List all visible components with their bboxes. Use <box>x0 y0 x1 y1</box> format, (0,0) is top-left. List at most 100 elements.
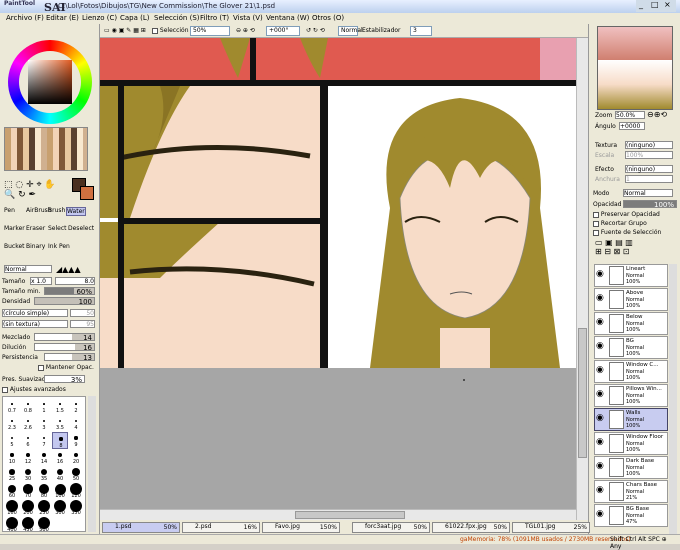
brush-size-cell[interactable]: 500 <box>36 517 52 534</box>
layer-mode-select[interactable]: Normal <box>623 189 673 197</box>
layer-escala[interactable]: 100% <box>625 151 673 159</box>
tool-brush[interactable]: Brush <box>48 207 65 214</box>
brush-size-grid[interactable]: 0.7 0.8 1 1.5 2 2.3 2.6 3 3.5 4 5 6 7 8 9 10 12 14 16 20 25 3… <box>2 396 86 534</box>
layer-item[interactable]: ◉ Pillows Win... Normal 100% <box>594 384 668 407</box>
menu-seleccion[interactable]: Selección (S) <box>154 14 200 22</box>
document-tab[interactable]: Favo.jpg 150% <box>262 522 340 533</box>
brush-size-cell[interactable]: 16 <box>52 449 68 466</box>
brush-size-cell[interactable]: 7 <box>36 432 52 449</box>
brush-size-cell[interactable]: 3.5 <box>52 415 68 432</box>
suavizado-slider[interactable]: 3% <box>44 375 85 384</box>
eye-icon[interactable]: ◉ <box>596 509 608 521</box>
mezclado-slider[interactable]: 14 <box>34 333 95 342</box>
eye-icon[interactable]: ◉ <box>596 485 608 497</box>
eye-icon[interactable]: ◉ <box>596 389 608 401</box>
eye-icon[interactable]: ◉ <box>596 317 608 329</box>
brush-size-cell[interactable]: 0.7 <box>4 398 20 415</box>
layer-item[interactable]: ◉ Lineart Normal 100% <box>594 264 668 287</box>
navigator-preview[interactable] <box>597 26 673 110</box>
brush-size-cell[interactable]: 9 <box>68 432 84 449</box>
brush-size-cell[interactable]: 1 <box>36 398 52 415</box>
tool-eraser[interactable]: Eraser <box>26 225 45 232</box>
tamano-min-slider[interactable]: 60% <box>44 287 95 296</box>
selection-tools[interactable]: ⬚ ◌ ✛ ⌖ ✋ 🔍 ↻ ✒ <box>4 180 64 204</box>
menu-capa[interactable]: Capa (L) <box>120 14 150 22</box>
layer-item[interactable]: ◉ Above Normal 100% <box>594 288 668 311</box>
toolbar-icons[interactable]: ▭ ◉ ▣ ✎ ▦ ⊞ <box>104 27 146 34</box>
brush-size-cell[interactable]: 4 <box>68 415 84 432</box>
recortar-checkbox[interactable]: Recortar Grupo <box>593 220 647 227</box>
color-wheel[interactable] <box>8 40 92 124</box>
canvas-vertical-scrollbar[interactable] <box>576 38 588 520</box>
document-tab[interactable]: TGL01.jpg 25% <box>512 522 590 533</box>
tool-ink-pen[interactable]: Ink Pen <box>48 243 70 250</box>
menu-ventana[interactable]: Ventana (W) <box>266 14 309 22</box>
tool-select[interactable]: Select <box>48 225 67 232</box>
brush-size-cell[interactable]: 30 <box>20 466 36 483</box>
eye-icon[interactable]: ◉ <box>596 437 608 449</box>
forma-value[interactable]: 50 <box>70 309 95 317</box>
document-tab[interactable]: 2.psd 16% <box>182 522 260 533</box>
forma-select[interactable]: (círculo simple) <box>2 309 68 317</box>
document-tab[interactable]: 61022.fpx.jpg 50% <box>432 522 510 533</box>
zoom-select[interactable]: 50% <box>190 26 230 36</box>
brush-size-cell[interactable]: 6 <box>20 432 36 449</box>
document-tab[interactable]: forc3aat.jpg 50% <box>352 522 430 533</box>
brush-size-cell[interactable]: 14 <box>36 449 52 466</box>
blend-mode-select[interactable]: Normal <box>338 26 363 36</box>
brush-size-cell[interactable]: 80 <box>36 483 52 500</box>
brush-size-cell[interactable]: 60 <box>4 483 20 500</box>
brush-size-cell[interactable]: 2.3 <box>4 415 20 432</box>
brush-size-cell[interactable]: 5 <box>4 432 20 449</box>
menu-otros[interactable]: Otros (O) <box>312 14 344 22</box>
brush-size-cell[interactable]: 70 <box>20 483 36 500</box>
eye-icon[interactable]: ◉ <box>596 365 608 377</box>
brush-size-cell[interactable]: 25 <box>4 466 20 483</box>
eye-icon[interactable]: ◉ <box>596 341 608 353</box>
canvas-horizontal-scrollbar[interactable] <box>100 509 576 520</box>
tamano-multiplier[interactable]: x 1.0 <box>30 277 52 285</box>
stabilizer-select[interactable]: 3 <box>410 26 432 36</box>
brush-size-cell[interactable]: 40 <box>52 466 68 483</box>
eye-icon[interactable]: ◉ <box>596 269 608 281</box>
close-icon[interactable]: × <box>664 0 671 9</box>
layer-item[interactable]: ◉ Window C... Normal 100% <box>594 360 668 383</box>
brush-size-cell[interactable]: 2.6 <box>20 415 36 432</box>
tamano-value[interactable]: 8.0 <box>55 277 95 285</box>
brush-size-cell[interactable]: 12 <box>20 449 36 466</box>
angle-select[interactable]: +000° <box>266 26 300 36</box>
canvas-area[interactable] <box>100 38 576 520</box>
layer-efecto-select[interactable]: (ninguno) <box>625 165 673 173</box>
layer-item[interactable]: ◉ Dark Base Normal 100% <box>594 456 668 479</box>
size-grid-scrollbar[interactable] <box>88 396 96 532</box>
maximize-icon[interactable]: □ <box>651 0 659 9</box>
layer-buttons[interactable]: ▭ ▣ ▤ ▥ ⊞ ⊟ ⊠ ⊡ <box>595 238 675 262</box>
dilucion-slider[interactable]: 16 <box>34 343 95 352</box>
persistencia-slider[interactable]: 13 <box>44 353 95 362</box>
brush-mode-select[interactable]: Normal <box>4 265 52 273</box>
brush-size-cell[interactable]: 35 <box>36 466 52 483</box>
layer-item[interactable]: ◉ Walls Normal 100% <box>594 408 668 431</box>
tool-bucket[interactable]: Bucket <box>4 243 25 250</box>
layer-item[interactable]: ◉ BG Base Normal 47% <box>594 504 668 527</box>
brush-size-cell[interactable]: 10 <box>4 449 20 466</box>
eye-icon[interactable]: ◉ <box>596 413 608 425</box>
color-square[interactable] <box>28 60 72 104</box>
layer-item[interactable]: ◉ BG Normal 100% <box>594 336 668 359</box>
nav-zoom-value[interactable]: 50.0% <box>615 111 645 119</box>
brush-size-cell[interactable]: 8 <box>52 432 68 449</box>
eye-icon[interactable]: ◉ <box>596 461 608 473</box>
brush-size-cell[interactable]: 120 <box>68 483 84 500</box>
zoom-buttons[interactable]: ⊖ ⊕ ⟲ <box>236 27 255 34</box>
brush-shape-icons[interactable]: ◢▲▲▲ <box>56 265 81 274</box>
layer-textura-select[interactable]: (ninguno) <box>625 141 673 149</box>
layer-opacity-slider[interactable]: 100% <box>623 200 677 209</box>
tool-binary[interactable]: Binary <box>26 243 45 250</box>
densidad-slider[interactable]: 100 <box>34 297 95 306</box>
fuente-checkbox[interactable]: Fuente de Selección <box>593 229 661 236</box>
tool-pen[interactable]: Pen <box>4 207 15 214</box>
color-swatches[interactable] <box>4 127 88 171</box>
brush-size-cell[interactable]: 3 <box>36 415 52 432</box>
brush-size-cell[interactable]: 100 <box>52 483 68 500</box>
layer-item[interactable]: ◉ Below Normal 100% <box>594 312 668 335</box>
